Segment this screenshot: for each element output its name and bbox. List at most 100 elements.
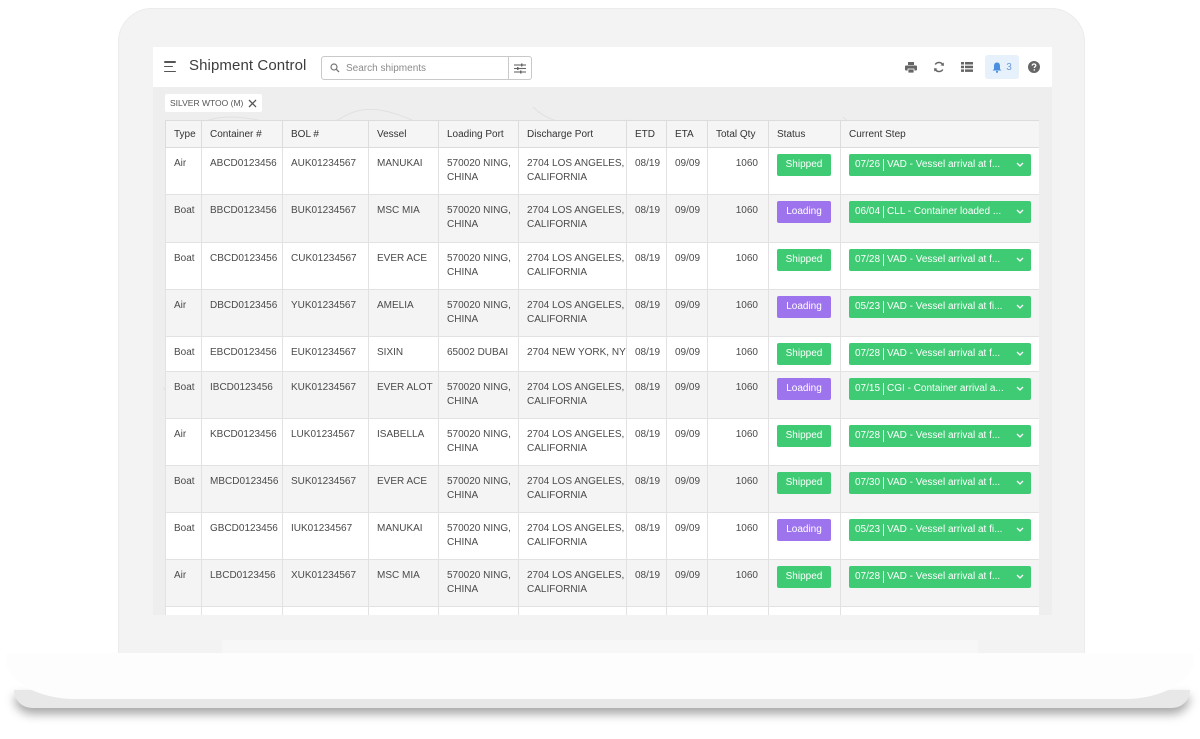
empty-cell bbox=[707, 606, 769, 615]
column-header-etd[interactable]: ETD bbox=[626, 120, 667, 148]
status-badge: Shipped bbox=[777, 154, 831, 176]
table-row[interactable]: Boat GBCD0123456 IUK01234567 MANUKAI 570020 … bbox=[165, 512, 1039, 560]
table-row[interactable]: Boat IBCD0123456 KUK01234567 EVER ALOT 57002… bbox=[165, 371, 1039, 419]
help-button[interactable] bbox=[1026, 59, 1042, 75]
cell-vessel: EVER ALOT bbox=[368, 371, 439, 419]
table-row[interactable]: Air DBCD0123456 YUK01234567 AMELIA 570020 NI… bbox=[165, 289, 1039, 337]
current-step-dropdown[interactable]: 05/23 VAD - Vessel arrival at fi... bbox=[849, 296, 1031, 318]
cell-container: KBCD0123456 bbox=[201, 418, 283, 466]
discharge-port-line: CALIFORNIA bbox=[527, 536, 588, 548]
cell-type: Air bbox=[165, 147, 202, 195]
step-divider bbox=[883, 301, 885, 313]
column-header-status[interactable]: Status bbox=[768, 120, 841, 148]
cell-eta: 09/09 bbox=[666, 559, 708, 607]
step-divider bbox=[883, 571, 885, 583]
cell-discharge-port: 2704 LOS ANGELES, CALIFORNIA bbox=[518, 465, 627, 513]
step-divider bbox=[883, 383, 885, 395]
cell-total-qty: 1060 bbox=[707, 147, 769, 195]
current-step-dropdown[interactable]: 07/28 VAD - Vessel arrival at f... bbox=[849, 343, 1031, 365]
discharge-port-line: CALIFORNIA bbox=[527, 583, 588, 595]
current-step-dropdown[interactable]: 07/15 CGI - Container arrival a... bbox=[849, 378, 1031, 400]
cell-eta: 09/09 bbox=[666, 512, 708, 560]
status-badge: Loading bbox=[777, 519, 831, 541]
column-header-type[interactable]: Type bbox=[165, 120, 202, 148]
cell-etd: 08/19 bbox=[626, 559, 667, 607]
column-header-current-step[interactable]: Current Step bbox=[840, 120, 1039, 148]
discharge-port-line: CALIFORNIA bbox=[527, 395, 588, 407]
current-step-dropdown[interactable]: 05/23 VAD - Vessel arrival at fi... bbox=[849, 519, 1031, 541]
cell-vessel: ISABELLA bbox=[368, 418, 439, 466]
step-divider bbox=[883, 159, 885, 171]
column-header-loading-port[interactable]: Loading Port bbox=[438, 120, 519, 148]
column-header-container[interactable]: Container # bbox=[201, 120, 283, 148]
current-step-dropdown[interactable]: 07/28 VAD - Vessel arrival at f... bbox=[849, 249, 1031, 271]
refresh-icon bbox=[934, 61, 944, 73]
column-header-vessel[interactable]: Vessel bbox=[368, 120, 439, 148]
cell-vessel: MANUKAI bbox=[368, 512, 439, 560]
cell-container: EBCD0123456 bbox=[201, 336, 283, 372]
current-step-dropdown[interactable]: 07/28 VAD - Vessel arrival at f... bbox=[849, 425, 1031, 447]
cell-status: Shipped bbox=[768, 242, 841, 290]
table-row[interactable]: Boat BBCD0123456 BUK01234567 MSC MIA 570020 … bbox=[165, 194, 1039, 243]
current-step-dropdown[interactable]: 06/04 CLL - Container loaded ... bbox=[849, 201, 1031, 223]
loading-port-line: CHINA bbox=[447, 395, 479, 407]
current-step-dropdown[interactable]: 07/28 VAD - Vessel arrival at f... bbox=[849, 566, 1031, 588]
notifications-button[interactable]: 3 bbox=[985, 55, 1019, 79]
table-row[interactable]: Air LBCD0123456 XUK01234567 MSC MIA 570020 N… bbox=[165, 559, 1039, 607]
discharge-port-line: CALIFORNIA bbox=[527, 266, 588, 278]
cell-etd: 08/19 bbox=[626, 418, 667, 466]
cell-eta: 09/09 bbox=[666, 147, 708, 195]
cell-discharge-port: 2704 LOS ANGELES, CALIFORNIA bbox=[518, 512, 627, 560]
table-row[interactable]: Boat EBCD0123456 EUK01234567 SIXIN 65002 DUB… bbox=[165, 336, 1039, 372]
column-header-bol[interactable]: BOL # bbox=[282, 120, 369, 148]
hamburger-menu-icon[interactable] bbox=[164, 61, 176, 73]
cell-current-step: 06/04 CLL - Container loaded ... bbox=[840, 194, 1039, 243]
cell-container: CBCD0123456 bbox=[201, 242, 283, 290]
column-header-eta[interactable]: ETA bbox=[666, 120, 708, 148]
cell-status: Shipped bbox=[768, 336, 841, 372]
table-row[interactable]: Air KBCD0123456 LUK01234567 ISABELLA 570020 … bbox=[165, 418, 1039, 466]
cell-container: IBCD0123456 bbox=[201, 371, 283, 419]
print-button[interactable] bbox=[903, 59, 919, 75]
cell-loading-port: 570020 NING, CHINA bbox=[438, 289, 519, 337]
cell-discharge-port: 2704 LOS ANGELES, CALIFORNIA bbox=[518, 194, 627, 243]
cell-status: Loading bbox=[768, 512, 841, 560]
loading-port-line: CHINA bbox=[447, 218, 479, 230]
refresh-button[interactable] bbox=[931, 59, 947, 75]
cell-container: GBCD0123456 bbox=[201, 512, 283, 560]
empty-cell bbox=[368, 606, 439, 615]
cell-vessel: MANUKAI bbox=[368, 147, 439, 195]
help-icon bbox=[1028, 61, 1040, 73]
status-badge: Shipped bbox=[777, 343, 831, 365]
cell-current-step: 07/28 VAD - Vessel arrival at f... bbox=[840, 336, 1039, 372]
table-row[interactable]: Boat MBCD0123456 SUK01234567 EVER ACE 570020… bbox=[165, 465, 1039, 513]
current-step-dropdown[interactable]: 07/26 VAD - Vessel arrival at f... bbox=[849, 154, 1031, 176]
cell-current-step: 05/23 VAD - Vessel arrival at fi... bbox=[840, 289, 1039, 337]
discharge-port-line: 2704 LOS ANGELES, bbox=[527, 253, 625, 264]
status-badge: Loading bbox=[777, 201, 831, 223]
cell-etd: 08/19 bbox=[626, 336, 667, 372]
close-icon[interactable] bbox=[248, 99, 257, 108]
column-header-total-qty[interactable]: Total Qty bbox=[707, 120, 769, 148]
step-text: VAD - Vessel arrival at fi... bbox=[887, 524, 1003, 536]
table-row[interactable]: Air ABCD0123456 AUK01234567 MANUKAI 570020 N… bbox=[165, 147, 1039, 195]
chevron-down-icon bbox=[1016, 527, 1024, 532]
cell-status: Shipped bbox=[768, 418, 841, 466]
cell-bol: XUK01234567 bbox=[282, 559, 369, 607]
list-view-button[interactable] bbox=[959, 59, 975, 75]
chevron-down-icon bbox=[1016, 386, 1024, 391]
cell-bol: YUK01234567 bbox=[282, 289, 369, 337]
current-step-dropdown[interactable]: 07/30 VAD - Vessel arrival at f... bbox=[849, 472, 1031, 494]
status-badge: Shipped bbox=[777, 566, 831, 588]
cell-vessel: EVER ACE bbox=[368, 242, 439, 290]
status-badge: Loading bbox=[777, 378, 831, 400]
search-input[interactable] bbox=[346, 58, 506, 78]
table-row[interactable]: Boat CBCD0123456 CUK01234567 EVER ACE 570020… bbox=[165, 242, 1039, 290]
step-text: CGI - Container arrival a... bbox=[887, 383, 1004, 395]
page-title: Shipment Control bbox=[189, 57, 307, 74]
cell-bol: SUK01234567 bbox=[282, 465, 369, 513]
filter-button[interactable] bbox=[508, 57, 531, 79]
column-header-discharge-port[interactable]: Discharge Port bbox=[518, 120, 627, 148]
chevron-down-icon bbox=[1016, 351, 1024, 356]
discharge-port-line: CALIFORNIA bbox=[527, 489, 588, 501]
